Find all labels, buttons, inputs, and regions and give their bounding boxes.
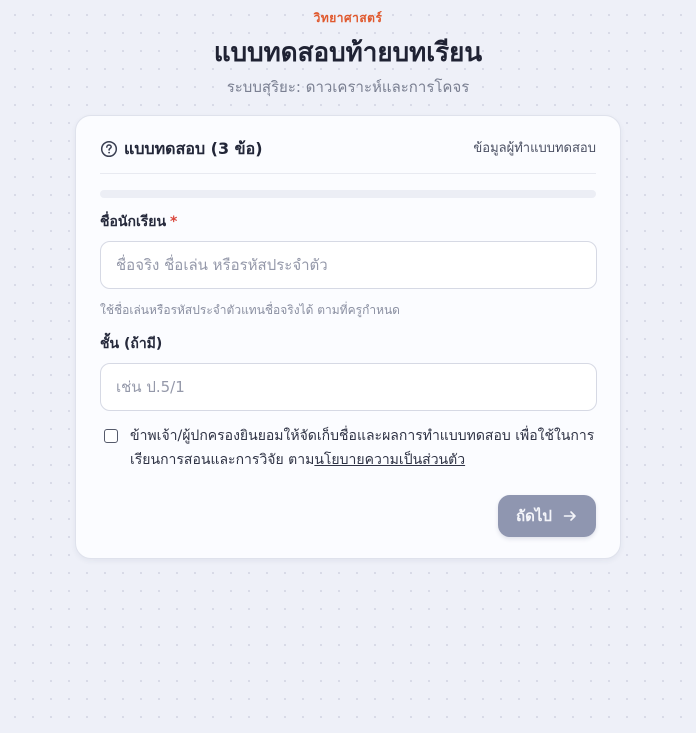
class-label: ชั้น (ถ้ามี) [100, 336, 163, 352]
subject-label: วิทยาศาสตร์ [313, 11, 383, 25]
consent-text: ข้าพเจ้า/ผู้ปกครองยินยอมให้จัดเก็บชื่อแล… [130, 424, 597, 472]
arrow-right-icon [562, 508, 578, 524]
quiz-card: แบบทดสอบ (3 ข้อ) ข้อมูลผู้ทำแบบทดสอบ ชื่… [75, 115, 621, 559]
next-button[interactable]: ถัดไป [498, 495, 596, 537]
next-button-label: ถัดไป [516, 507, 552, 525]
page-title: แบบทดสอบท้ายบทเรียน [213, 38, 483, 68]
privacy-policy-link[interactable]: นโยบายความเป็นส่วนตัว [314, 452, 465, 468]
student-name-label-text: ชื่อนักเรียน [100, 214, 167, 230]
student-name-hint: ใช้ชื่อเล่นหรือรหัสประจำตัวแทนชื่อจริงได… [100, 303, 400, 317]
consent-row: ข้าพเจ้า/ผู้ปกครองยินยอมให้จัดเก็บชื่อแล… [100, 424, 597, 472]
student-name-input[interactable] [100, 241, 597, 289]
card-title: แบบทดสอบ (3 ข้อ) [124, 139, 263, 158]
page-subtitle: ระบบสุริยะ: ดาวเคราะห์และการโคจร [226, 78, 470, 96]
required-mark: * [170, 214, 178, 230]
page-header: วิทยาศาสตร์ แบบทดสอบท้ายบทเรียน ระบบสุริ… [0, 8, 696, 97]
question-circle-icon [100, 140, 118, 158]
card-title-group: แบบทดสอบ (3 ข้อ) [100, 136, 263, 162]
progress-bar [100, 190, 596, 198]
student-name-label: ชื่อนักเรียน * [100, 212, 177, 232]
quiz-creator-info-link[interactable]: ข้อมูลผู้ทำแบบทดสอบ [473, 136, 596, 162]
class-input[interactable] [100, 363, 597, 411]
consent-checkbox[interactable] [104, 429, 118, 443]
card-header: แบบทดสอบ (3 ข้อ) ข้อมูลผู้ทำแบบทดสอบ [100, 136, 596, 174]
